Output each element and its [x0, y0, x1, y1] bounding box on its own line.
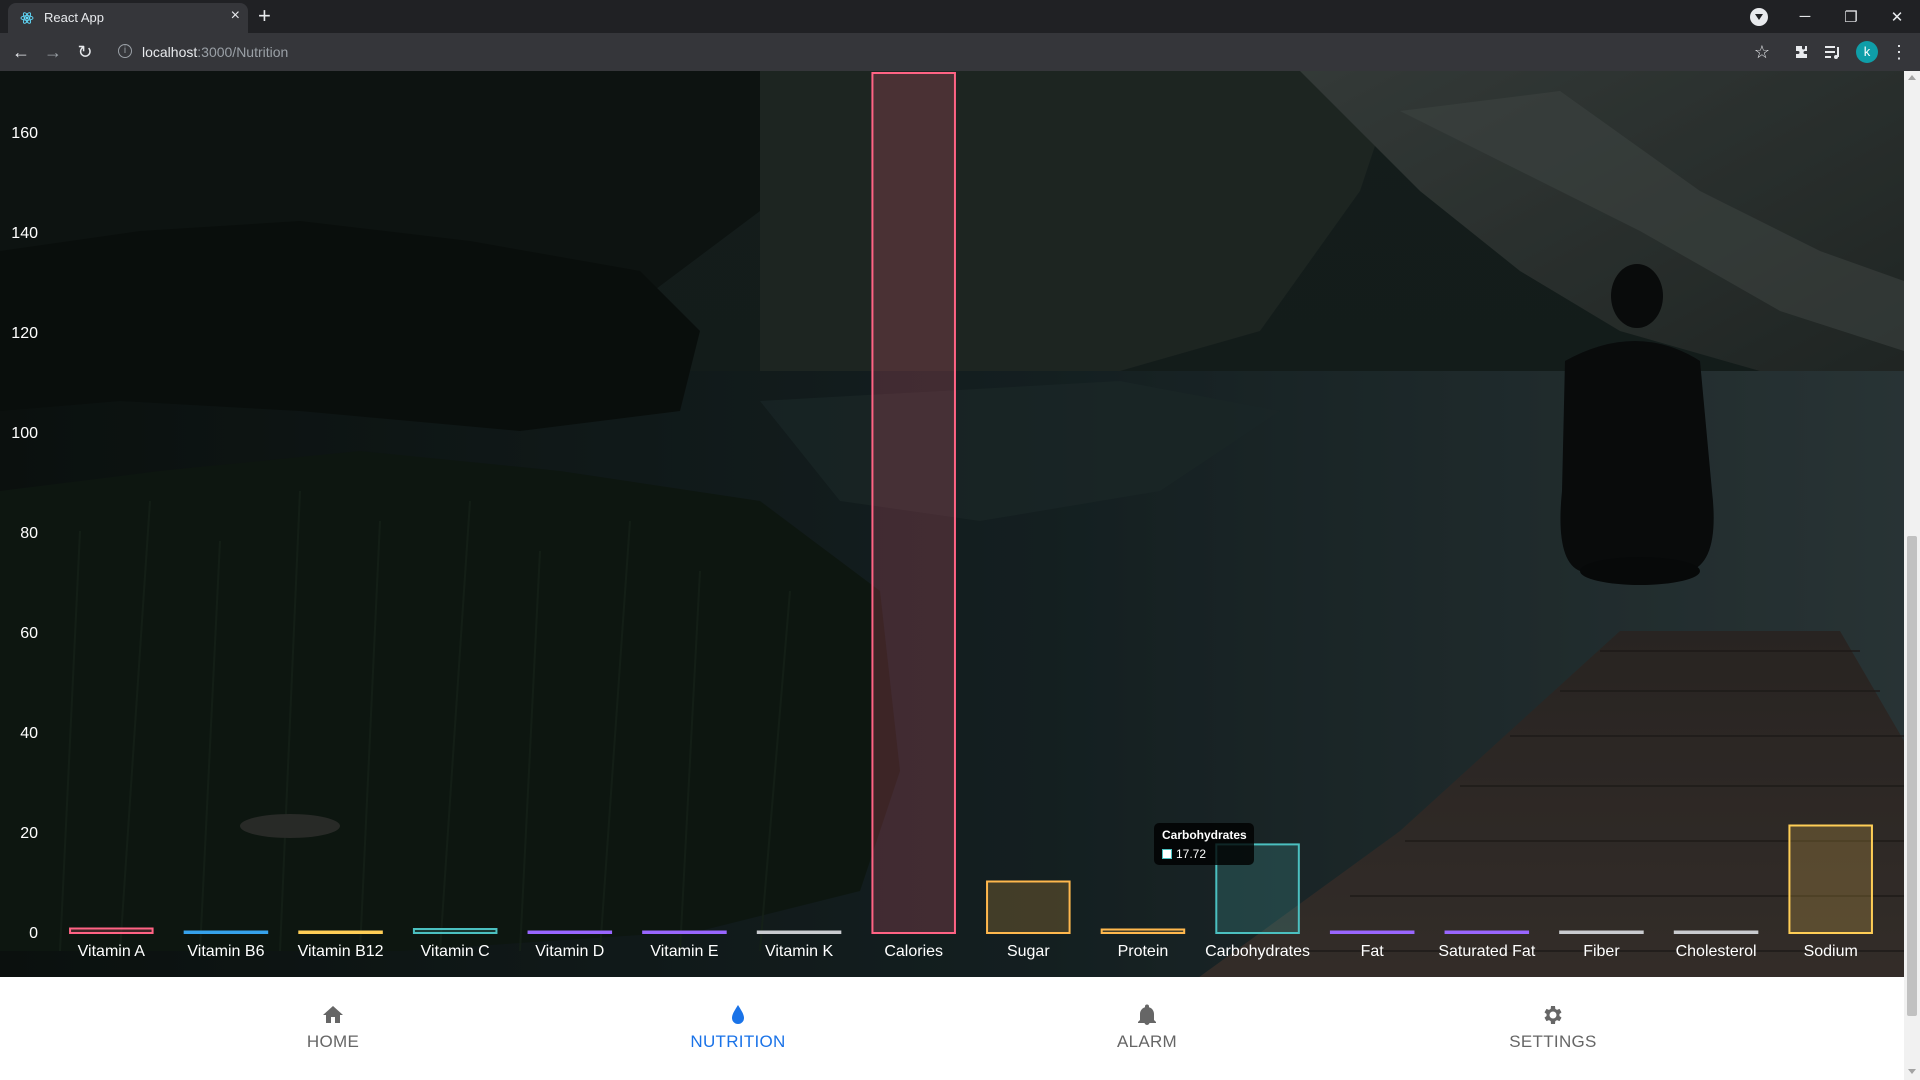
bar-fiber[interactable]: [1559, 930, 1644, 934]
nutrition-page: 0 20 40 60 80 100 120 140 160 Vitamin A Vitamin B6…: [0, 71, 1904, 1080]
x-tick-label: Vitamin D: [535, 943, 604, 960]
nav-alarm-label: ALARM: [1116, 1032, 1178, 1051]
nutrition-bar-chart: 0 20 40 60 80 100 120 140 160 Vitamin A Vitamin B6…: [11, 72, 1873, 960]
scrollbar-thumb[interactable]: [1907, 536, 1917, 1016]
y-tick-label: 40: [20, 725, 38, 742]
chart-tooltip: Carbohydrates 17.72: [1154, 823, 1254, 865]
nav-nutrition[interactable]: NUTRITION: [638, 977, 838, 1067]
x-tick-label: Sodium: [1804, 943, 1858, 960]
browser-toolbar: ← → ↻ i localhost:3000/Nutrition ☆ k ⋮: [0, 33, 1920, 71]
bar-fat[interactable]: [1329, 930, 1415, 934]
y-tick-label: 80: [20, 525, 38, 542]
y-tick-label: 160: [11, 125, 38, 142]
bar-vitamin-d[interactable]: [527, 930, 613, 934]
nav-home-label: HOME: [306, 1032, 360, 1051]
x-tick-label: Calories: [884, 943, 943, 960]
nav-settings-label: SETTINGS: [1509, 1032, 1597, 1051]
nav-nutrition-label: NUTRITION: [690, 1032, 786, 1051]
x-tick-label: Cholesterol: [1676, 943, 1757, 960]
x-tick-label: Vitamin E: [650, 943, 718, 960]
bell-icon: [1138, 1004, 1156, 1025]
nav-alarm[interactable]: ALARM: [1047, 977, 1247, 1067]
bar-sugar[interactable]: [986, 880, 1071, 934]
browser-tab-bar: React App × + ─ ❐ ✕: [0, 0, 1920, 33]
y-tick-label: 100: [11, 425, 38, 442]
forward-icon[interactable]: →: [42, 41, 64, 63]
x-tick-label: Saturated Fat: [1438, 943, 1536, 960]
water-drop-icon: [732, 1005, 744, 1024]
gear-icon: [1544, 1006, 1562, 1024]
bar-protein[interactable]: [1100, 928, 1186, 934]
profile-avatar[interactable]: k: [1856, 41, 1878, 63]
bar-vitamin-b6[interactable]: [183, 930, 269, 934]
home-icon: [323, 1006, 343, 1023]
x-tick-label: Fiber: [1583, 943, 1620, 960]
x-tick-label: Carbohydrates: [1205, 943, 1310, 960]
bar-vitamin-e[interactable]: [642, 930, 727, 934]
bar-vitamin-a[interactable]: [69, 927, 154, 934]
scroll-down-arrow-icon[interactable]: [1908, 1069, 1916, 1074]
minimize-button[interactable]: ─: [1782, 0, 1828, 33]
close-tab-icon[interactable]: ×: [231, 7, 240, 25]
tooltip-title: Carbohydrates: [1162, 828, 1247, 842]
x-tick-label: Vitamin B12: [298, 943, 384, 960]
new-tab-button[interactable]: +: [258, 4, 271, 28]
reload-icon[interactable]: ↻: [74, 41, 96, 63]
url-path: :3000/Nutrition: [197, 44, 289, 60]
media-control-icon[interactable]: [1822, 41, 1844, 63]
bar-vitamin-k[interactable]: [756, 930, 842, 934]
bar-saturated-fat[interactable]: [1444, 930, 1530, 934]
tab-title: React App: [44, 10, 104, 25]
address-bar[interactable]: i localhost:3000/Nutrition: [110, 37, 1750, 67]
bookmark-star-icon[interactable]: ☆: [1751, 41, 1773, 63]
x-tick-label: Sugar: [1007, 943, 1050, 960]
bar-cholesterol[interactable]: [1673, 930, 1759, 934]
bar-vitamin-c[interactable]: [412, 928, 498, 934]
scroll-up-arrow-icon[interactable]: [1908, 75, 1916, 80]
y-tick-label: 0: [29, 925, 38, 942]
x-tick-label: Vitamin B6: [187, 943, 264, 960]
profile-menu-icon[interactable]: [1750, 8, 1768, 26]
x-tick-label: Fat: [1361, 943, 1385, 960]
react-logo-icon: [20, 12, 34, 24]
y-tick-label: 60: [20, 625, 38, 642]
x-tick-label: Vitamin K: [765, 943, 834, 960]
tooltip-color-swatch: [1162, 849, 1172, 859]
browser-menu-icon[interactable]: ⋮: [1888, 41, 1910, 63]
bar-calories[interactable]: [871, 72, 956, 934]
x-tick-label: Vitamin A: [78, 943, 146, 960]
bottom-navigation: HOME NUTRITION ALARM SETTINGS: [0, 977, 1904, 1080]
back-icon[interactable]: ←: [10, 41, 32, 63]
y-tick-label: 140: [11, 225, 38, 242]
url-text: localhost:3000/Nutrition: [142, 44, 288, 60]
x-tick-label: Vitamin C: [421, 943, 490, 960]
bar-sodium[interactable]: [1788, 824, 1873, 934]
site-info-icon[interactable]: i: [118, 44, 132, 58]
page-scrollbar[interactable]: [1904, 71, 1920, 1080]
bar-vitamin-b12[interactable]: [298, 930, 383, 934]
nav-settings[interactable]: SETTINGS: [1453, 977, 1653, 1067]
y-tick-label: 120: [11, 325, 38, 342]
tooltip-value: 17.72: [1176, 847, 1207, 861]
restore-button[interactable]: ❐: [1828, 0, 1874, 33]
close-window-button[interactable]: ✕: [1874, 0, 1920, 33]
nav-home[interactable]: HOME: [233, 977, 433, 1067]
browser-tab[interactable]: React App ×: [8, 3, 248, 33]
url-host: localhost: [142, 44, 198, 60]
x-tick-label: Protein: [1118, 943, 1169, 960]
extensions-icon[interactable]: [1790, 41, 1812, 63]
y-tick-label: 20: [20, 825, 38, 842]
